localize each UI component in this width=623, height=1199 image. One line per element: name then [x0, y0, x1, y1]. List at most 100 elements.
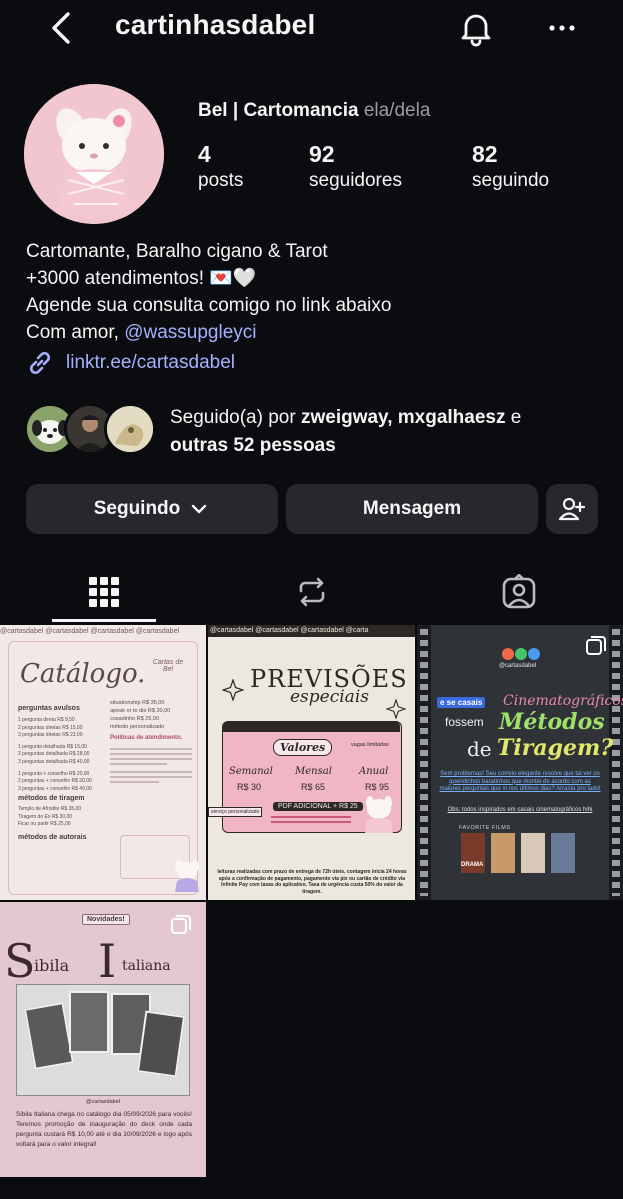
profile-username: cartinhasdabel — [115, 9, 316, 40]
post-badge: e se casais — [437, 697, 486, 708]
post-subtitle: especiais — [290, 687, 369, 707]
profile-bio: Cartomante, Baralho cigano & Tarot +3000… — [26, 238, 391, 346]
following-button[interactable]: Seguindo — [26, 484, 278, 534]
price-row: 2 perguntas + conselho R$ 30,00 — [18, 778, 92, 785]
post-thumbnail-sibila[interactable]: Novidades! S ibila I taliana @cartasdabe… — [0, 902, 206, 1177]
post-handle: @cartasdabel — [86, 1099, 121, 1105]
price-row: 2 perguntas detalhada R$ 28,00 — [18, 751, 90, 758]
post-policy-lines — [110, 745, 192, 815]
post-thumbnail-cinema[interactable]: @cartasdabel e se casais Cinematográfico… — [417, 625, 623, 900]
post-title: Tiragem? — [497, 735, 614, 761]
post-title: Métodos — [499, 709, 605, 735]
poster — [521, 833, 545, 873]
profile-display-name: Bel | Cartomancia ela/dela — [198, 100, 430, 122]
price-row: 3 perguntas detalhada R$ 40,00 — [18, 758, 90, 765]
post-section: métodos de autorais — [18, 834, 87, 841]
bio-mention-link[interactable]: @wassupgleyci — [124, 322, 256, 343]
post-title-letter: I — [98, 934, 117, 988]
post-footer-text: leituras realizadas com prazo de entrega… — [217, 869, 407, 895]
bio-line: Agende sua consulta comigo no link abaix… — [26, 295, 392, 316]
film-holes — [612, 629, 620, 896]
star-icon — [222, 679, 244, 701]
followers-count[interactable]: 92 seguidores — [309, 141, 402, 192]
post-price-list-3: Templo de Afrodite R$ 35,00 Tiragem do E… — [18, 806, 81, 829]
followers-count-value: 92 — [309, 141, 335, 167]
price-row: apeak or to die R$ 20,00 — [110, 708, 171, 714]
followed-by-names: zweigway, mxgalhaesz — [300, 407, 506, 428]
price-row: Tiragem do Ex R$ 30,00 — [18, 813, 73, 820]
price-row: cosadinho R$ 25,00 — [110, 716, 159, 722]
price-row: método personalizado — [110, 724, 165, 730]
bio-line: Com amor, @wassupgleyci — [26, 319, 391, 346]
post-photo — [16, 984, 190, 1096]
price-row: Ficar ou partir R$ 25,00 — [18, 821, 71, 828]
post-watermark-strip: @cartasdabel @cartasdabel @cartasdabel @… — [210, 627, 369, 634]
plush-sticker-icon — [365, 796, 393, 833]
followed-by-others: outras 52 pessoas — [170, 435, 336, 456]
plan-price: R$ 95 — [365, 782, 390, 792]
price-row: 2 perguntas diretas R$ 15,00 — [18, 724, 83, 731]
tagged-person-icon — [502, 574, 536, 609]
followers-count-label: seguidores — [309, 170, 402, 191]
post-thumbnail-previsoes[interactable]: @cartasdabel @cartasdabel @cartasdabel @… — [208, 625, 415, 900]
price-row: 1 pergunta + conselho R$ 20,00 — [18, 770, 90, 777]
tab-tagged[interactable] — [467, 562, 571, 622]
carousel-icon — [585, 635, 607, 657]
pronouns: ela/dela — [363, 100, 431, 121]
tab-reposts[interactable] — [260, 562, 364, 622]
grid-icon — [89, 577, 119, 607]
posts-count[interactable]: 4 posts — [198, 141, 243, 192]
notification-bell-icon[interactable] — [456, 8, 496, 48]
post-price-list-2: situationship R$ 35,00 apeak or to die R… — [110, 699, 198, 731]
mutual-avatar-image — [107, 406, 153, 452]
back-arrow-icon[interactable] — [44, 8, 80, 48]
post-section: perguntas avulsos — [18, 705, 80, 712]
post-body: Sibila Italiana chega no catálogo dia 05… — [16, 1111, 192, 1148]
service-badge: serviço personalizado — [208, 807, 263, 817]
price-row: 3 perguntas diretas R$ 23,00 — [18, 732, 83, 739]
link-text: linktr.ee/cartasdabel — [66, 352, 235, 373]
star-icon — [386, 699, 406, 719]
bio-line-prefix: Com amor, — [26, 322, 125, 343]
post-thumbnail-catalog[interactable]: @cartasdabel @cartasdabel @cartasdabel @… — [0, 625, 206, 900]
favorite-films-label: FAVORITE FILMS — [459, 825, 511, 831]
following-count[interactable]: 82 seguindo — [472, 141, 549, 192]
plan-name: Anual — [359, 766, 389, 777]
posts-count-value: 4 — [198, 141, 211, 167]
post-price-list: 1 pergunta direta R$ 9,50 2 perguntas di… — [18, 717, 108, 793]
more-options-icon[interactable] — [540, 14, 584, 42]
price-row: 3 perguntas + conselho R$ 40,00 — [18, 785, 92, 792]
post-title: Catálogo. — [20, 659, 146, 689]
post-title-letter: S — [4, 934, 36, 988]
dots-logo-icon — [502, 648, 540, 660]
top-bar: cartinhasdabel — [0, 0, 623, 56]
price-row: situationship R$ 35,00 — [110, 700, 165, 706]
following-count-value: 82 — [472, 141, 498, 167]
following-button-label: Seguindo — [93, 498, 181, 519]
poster-label: DRAMA — [461, 862, 484, 868]
post-note: Obs: todos inspirados em casais cinemato… — [447, 807, 593, 813]
followed-by-text[interactable]: Seguido(a) por zweigway, mxgalhaesz e ou… — [170, 404, 521, 460]
suggest-people-button[interactable] — [546, 484, 598, 534]
post-title: taliana — [122, 958, 171, 974]
display-name-text: Bel | Cartomancia — [198, 100, 359, 121]
active-tab-indicator — [52, 619, 156, 622]
plush-sticker-icon — [175, 860, 199, 892]
profile-external-link[interactable]: linktr.ee/cartasdabel — [26, 348, 235, 378]
values-label: Valores — [273, 739, 333, 756]
avatar-plush-image — [24, 84, 164, 224]
post-handle: @cartasdabel — [499, 663, 537, 669]
plan-name: Semanal — [229, 766, 273, 777]
post-watermark-strip: @cartasdabel @cartasdabel @cartasdabel @… — [0, 628, 180, 635]
tab-posts-grid[interactable] — [52, 562, 156, 622]
post-logo: Cartas de Bel — [152, 659, 184, 673]
poster — [551, 833, 575, 873]
followed-by-prefix: Seguido(a) por — [170, 407, 301, 428]
profile-avatar[interactable] — [24, 84, 164, 224]
message-button[interactable]: Mensagem — [286, 484, 538, 534]
post-body: Sem problemas! Seu correio elegante reso… — [439, 771, 601, 793]
post-badge: Novidades! — [82, 914, 130, 925]
price-row: Templo de Afrodite R$ 35,00 — [18, 806, 82, 812]
add-person-icon — [558, 497, 586, 521]
plan-price: R$ 65 — [301, 782, 326, 792]
